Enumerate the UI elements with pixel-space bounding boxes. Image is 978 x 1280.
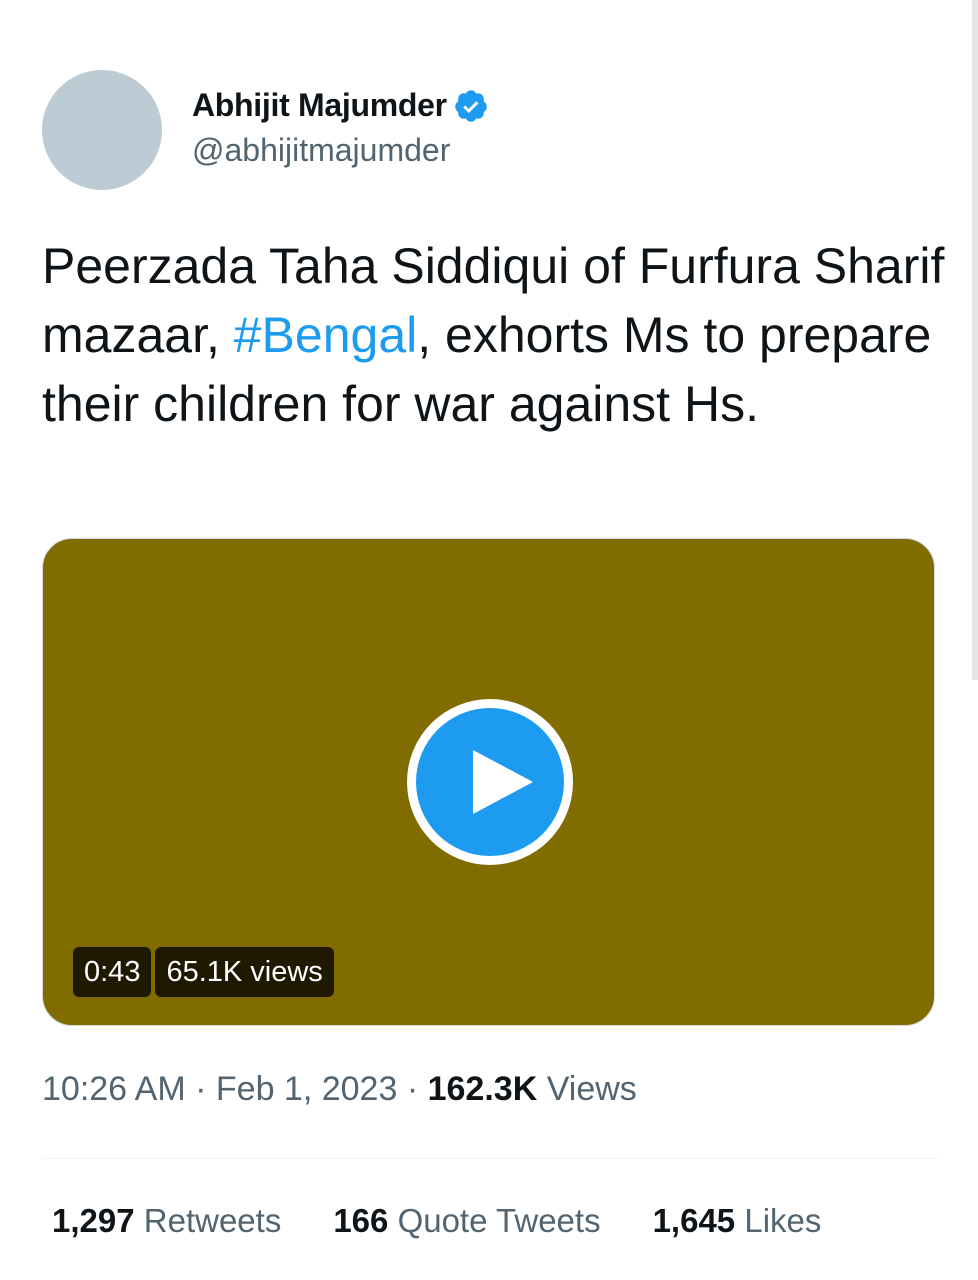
verified-badge-icon xyxy=(453,88,489,124)
retweets-count: 1,297 xyxy=(52,1202,135,1239)
author-names: Abhijit Majumder @abhijitmajumder xyxy=(192,87,489,169)
author-display-name[interactable]: Abhijit Majumder xyxy=(192,87,447,124)
video-duration: 0:43 xyxy=(73,947,152,997)
video-views: 65.1K views xyxy=(155,947,334,997)
tweet-header: Abhijit Majumder @abhijitmajumder xyxy=(42,70,489,190)
likes-count: 1,645 xyxy=(652,1202,736,1239)
play-button-circle xyxy=(416,708,564,856)
views-label: Views xyxy=(546,1070,637,1108)
play-button[interactable] xyxy=(407,699,573,865)
meta-separator: · xyxy=(195,1070,207,1108)
author-handle[interactable]: @abhijitmajumder xyxy=(192,132,489,169)
views-count: 162.3K xyxy=(427,1070,538,1108)
likes-label: Likes xyxy=(744,1202,822,1239)
hashtag-link[interactable]: #Bengal xyxy=(234,307,418,363)
tweet-time[interactable]: 10:26 AM xyxy=(42,1070,186,1108)
engagement-stats: 1,297 Retweets 166 Quote Tweets 1,645 Li… xyxy=(52,1202,821,1240)
divider xyxy=(42,1158,937,1159)
meta-separator: · xyxy=(406,1070,419,1108)
tweet-date[interactable]: Feb 1, 2023 xyxy=(216,1070,397,1108)
tweet-meta: 10:26 AM · Feb 1, 2023 · 162.3K Views xyxy=(42,1070,637,1109)
quote-tweets-label: Quote Tweets xyxy=(397,1202,601,1239)
video-player[interactable]: 0:43 65.1K views xyxy=(42,538,935,1026)
quote-tweets-stat[interactable]: 166 Quote Tweets xyxy=(333,1202,600,1240)
play-icon xyxy=(473,750,533,814)
tweet-page: Abhijit Majumder @abhijitmajumder Peerza… xyxy=(0,0,978,1280)
avatar[interactable] xyxy=(42,70,162,190)
quote-tweets-count: 166 xyxy=(333,1202,389,1239)
tweet-text: Peerzada Taha Siddiqui of Furfura Sharif… xyxy=(42,232,952,439)
retweets-label: Retweets xyxy=(143,1202,282,1239)
display-name-row: Abhijit Majumder xyxy=(192,87,489,124)
likes-stat[interactable]: 1,645 Likes xyxy=(653,1202,822,1240)
scrollbar[interactable] xyxy=(972,0,978,680)
video-meta: 0:43 65.1K views xyxy=(73,947,334,997)
retweets-stat[interactable]: 1,297 Retweets xyxy=(52,1202,281,1240)
